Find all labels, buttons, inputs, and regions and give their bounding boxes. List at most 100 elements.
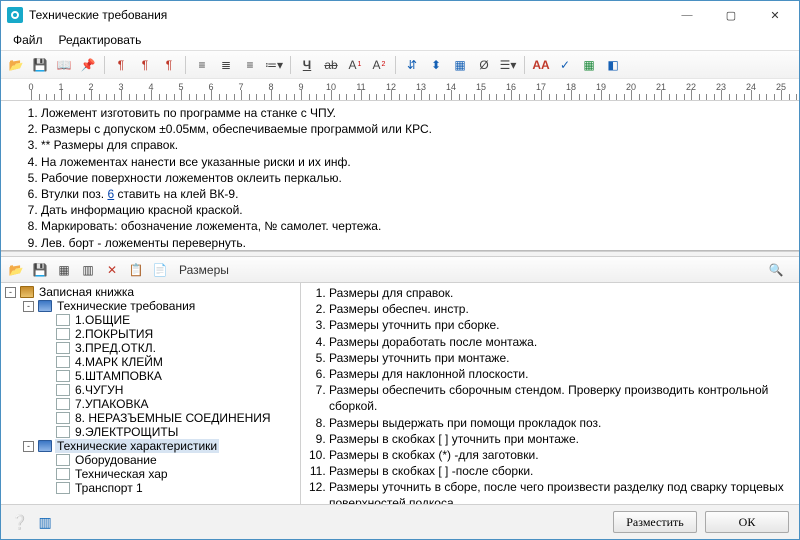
minimize-button[interactable]: — [665, 2, 709, 28]
tree-node-tech-req[interactable]: -Технические требования [1, 299, 300, 313]
phrase-item[interactable]: Размеры в скобках [ ] уточнить при монта… [329, 431, 791, 447]
tree-leaf[interactable]: 8. НЕРАЗЪЕМНЫЕ СОЕДИНЕНИЯ [1, 411, 300, 425]
column-1-icon[interactable]: ¶ [110, 54, 132, 76]
lib-save-icon[interactable]: 💾 [29, 259, 51, 281]
editor-line[interactable]: Ложемент изготовить по программе на стан… [41, 105, 789, 121]
symbol-3-icon[interactable]: ▦ [449, 54, 471, 76]
tree-leaf[interactable]: Техническая хар [1, 467, 300, 481]
tree-leaf[interactable]: 3.ПРЕД.ОТКЛ. [1, 341, 300, 355]
align-left-icon[interactable]: ≡ [191, 54, 213, 76]
ic-page-icon [56, 342, 70, 354]
tree-leaf[interactable]: 2.ПОКРЫТИЯ [1, 327, 300, 341]
superscript-icon[interactable]: A1 [344, 54, 366, 76]
lib-add-icon[interactable]: ▦ [53, 259, 75, 281]
phrase-item[interactable]: Размеры обеспеч. инстр. [329, 301, 791, 317]
separator [104, 56, 105, 74]
ic-page-icon [56, 412, 70, 424]
ok-button[interactable]: ОК [705, 511, 789, 533]
column-3-icon[interactable]: ¶ [158, 54, 180, 76]
align-justify-icon[interactable]: ≡ [239, 54, 261, 76]
column-2-icon[interactable]: ¶ [134, 54, 156, 76]
editor-line[interactable]: Маркировать: обозначение ложемента, № са… [41, 218, 789, 234]
ic-page-icon [56, 482, 70, 494]
tree-pane[interactable]: -Записная книжка-Технические требования1… [1, 283, 301, 504]
settings-icon[interactable]: ▥ [38, 514, 51, 531]
phrase-item[interactable]: Размеры в скобках (*) -для заготовки. [329, 447, 791, 463]
tree-leaf[interactable]: 5.ШТАМПОВКА [1, 369, 300, 383]
tree-leaf[interactable]: Оборудование [1, 453, 300, 467]
phrase-item[interactable]: Размеры обеспечить сборочным стендом. Пр… [329, 382, 791, 414]
save-icon[interactable]: 💾 [29, 54, 51, 76]
phrase-item[interactable]: Размеры уточнить в сборе, после чего про… [329, 479, 791, 504]
lib-copy-icon[interactable]: 📋 [125, 259, 147, 281]
ic-book-blue-icon [38, 300, 52, 312]
maximize-button[interactable]: ▢ [709, 2, 753, 28]
phrase-item[interactable]: Размеры уточнить при монтаже. [329, 350, 791, 366]
tree-toggle[interactable]: - [23, 301, 34, 312]
open-icon[interactable]: 📂 [5, 54, 27, 76]
search-icon[interactable]: 🔍 [765, 259, 787, 281]
separator [185, 56, 186, 74]
tree-leaf[interactable]: 6.ЧУГУН [1, 383, 300, 397]
editor-area[interactable]: Ложемент изготовить по программе на стан… [1, 101, 799, 251]
view-icon[interactable]: ◧ [602, 54, 624, 76]
symbol-4-icon[interactable]: Ø [473, 54, 495, 76]
tree-leaf[interactable]: 7.УПАКОВКА [1, 397, 300, 411]
subscript-icon[interactable]: A2 [368, 54, 390, 76]
tree-label: 2.ПОКРЫТИЯ [73, 327, 155, 341]
font-aa-icon[interactable]: AA [530, 54, 552, 76]
pin-icon[interactable]: 📌 [77, 54, 99, 76]
lib-delete-icon[interactable]: ✕ [101, 259, 123, 281]
tree-toggle[interactable]: - [23, 441, 34, 452]
tree-leaf[interactable]: 1.ОБЩИЕ [1, 313, 300, 327]
library-toolbar: 📂 💾 ▦ ▥ ✕ 📋 📄 Размеры 🔍 [1, 257, 799, 283]
align-center-icon[interactable]: ≣ [215, 54, 237, 76]
menubar: Файл Редактировать [1, 29, 799, 51]
tree-leaf[interactable]: 9.ЭЛЕКТРОЩИТЫ [1, 425, 300, 439]
help-icon[interactable]: ❔ [11, 514, 28, 531]
phrase-item[interactable]: Размеры выдержать при помощи прокладок п… [329, 415, 791, 431]
phrase-list-pane[interactable]: Размеры для справок.Размеры обеспеч. инс… [301, 283, 799, 504]
phrase-item[interactable]: Размеры для справок. [329, 285, 791, 301]
menu-edit[interactable]: Редактировать [51, 31, 150, 49]
editor-line[interactable]: Лев. борт - ложементы перевернуть. [41, 235, 789, 251]
ic-page-icon [56, 454, 70, 466]
symbol-2-icon[interactable]: ⬍ [425, 54, 447, 76]
position-link[interactable]: 6 [107, 187, 114, 201]
tree-toggle[interactable]: - [5, 287, 16, 298]
table-icon[interactable]: ▦ [578, 54, 600, 76]
book-icon[interactable]: 📖 [53, 54, 75, 76]
phrase-item[interactable]: Размеры для наклонной плоскости. [329, 366, 791, 382]
tree-leaf[interactable]: 4.МАРК КЛЕЙМ [1, 355, 300, 369]
main-toolbar: 📂 💾 📖 📌 ¶ ¶ ¶ ≡ ≣ ≡ ≔▾ Ч ab A1 A2 ⇵ ⬍ ▦ … [1, 51, 799, 79]
tree-root[interactable]: -Записная книжка [1, 285, 300, 299]
editor-line[interactable]: ** Размеры для справок. [41, 137, 789, 153]
editor-line[interactable]: На ложементах нанести все указанные риск… [41, 154, 789, 170]
editor-line[interactable]: Втулки поз. 6 ставить на клей ВК-9. [41, 186, 789, 202]
symbol-1-icon[interactable]: ⇵ [401, 54, 423, 76]
phrase-item[interactable]: Размеры доработать после монтажа. [329, 334, 791, 350]
list-icon[interactable]: ≔▾ [263, 54, 285, 76]
tree-leaf[interactable]: Транспорт 1 [1, 481, 300, 495]
tree-label: 6.ЧУГУН [73, 383, 125, 397]
symbol-5-icon[interactable]: ☰▾ [497, 54, 519, 76]
lib-paste-icon[interactable]: 📄 [149, 259, 171, 281]
editor-line[interactable]: Дать информацию красной краской. [41, 202, 789, 218]
lib-open-icon[interactable]: 📂 [5, 259, 27, 281]
place-button[interactable]: Разместить [613, 511, 697, 533]
editor-line[interactable]: Размеры с допуском ±0.05мм, обеспечиваем… [41, 121, 789, 137]
menu-file[interactable]: Файл [5, 31, 51, 49]
ic-page-icon [56, 398, 70, 410]
editor-line[interactable]: Рабочие поверхности ложементов оклеить п… [41, 170, 789, 186]
underline-icon[interactable]: Ч [296, 54, 318, 76]
tree-label: 1.ОБЩИЕ [73, 313, 132, 327]
roughness-icon[interactable]: ✓ [554, 54, 576, 76]
ruler[interactable]: 0123456789101112131415161718192021222324… [1, 79, 799, 101]
separator [524, 56, 525, 74]
phrase-item[interactable]: Размеры в скобках [ ] -после сборки. [329, 463, 791, 479]
strike-icon[interactable]: ab [320, 54, 342, 76]
tree-node-tech-char[interactable]: -Технические характеристики [1, 439, 300, 453]
close-button[interactable]: ✕ [753, 2, 797, 28]
lib-add2-icon[interactable]: ▥ [77, 259, 99, 281]
phrase-item[interactable]: Размеры уточнить при сборке. [329, 317, 791, 333]
